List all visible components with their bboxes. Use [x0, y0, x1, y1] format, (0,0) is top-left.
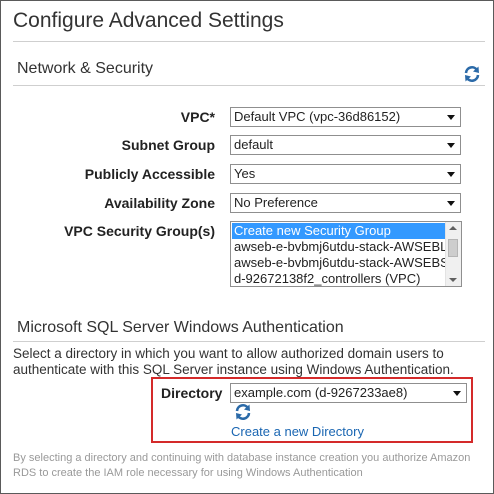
page-title: Configure Advanced Settings: [13, 9, 284, 32]
vpc-label: VPC*: [180, 109, 215, 125]
listbox-scrollbar[interactable]: [445, 222, 461, 286]
directory-refresh-button[interactable]: [232, 401, 254, 423]
security-groups-label: VPC Security Group(s): [64, 223, 215, 239]
scroll-down-icon[interactable]: [449, 278, 457, 282]
auth-section-title: Microsoft SQL Server Windows Authenticat…: [17, 319, 344, 336]
publicly-accessible-label: Publicly Accessible: [84, 166, 215, 182]
subnet-group-select[interactable]: default: [230, 135, 461, 155]
auth-description: Select a directory in which you want to …: [13, 346, 454, 377]
scroll-thumb[interactable]: [448, 239, 458, 257]
chevron-down-icon: [447, 172, 455, 177]
authorization-footnote: By selecting a directory and continuing …: [13, 452, 471, 479]
network-divider: [13, 85, 485, 86]
vpc-select[interactable]: Default VPC (vpc-36d86152): [230, 107, 461, 127]
directory-select[interactable]: example.com (d-9267233ae8): [230, 383, 467, 403]
auth-divider: [13, 341, 485, 342]
chevron-down-icon: [447, 201, 455, 206]
settings-panel: Configure Advanced Settings Network & Se…: [0, 0, 494, 494]
create-directory-link[interactable]: Create a new Directory: [231, 424, 364, 439]
security-group-option[interactable]: awseb-e-bvbmj6utdu-stack-AWSEBLoadBalanc…: [232, 239, 447, 255]
publicly-accessible-value: Yes: [234, 166, 256, 181]
publicly-accessible-select[interactable]: Yes: [230, 164, 461, 184]
title-divider: [13, 41, 485, 42]
security-group-option[interactable]: d-92672138f2_controllers (VPC): [232, 271, 447, 286]
availability-zone-select[interactable]: No Preference: [230, 193, 461, 213]
security-group-option[interactable]: awseb-e-bvbmj6utdu-stack-AWSEBSecurityGr…: [232, 255, 447, 271]
refresh-icon: [464, 66, 480, 82]
network-refresh-button[interactable]: [461, 63, 483, 85]
chevron-down-icon: [447, 115, 455, 120]
network-section-title: Network & Security: [17, 60, 154, 77]
chevron-down-icon: [447, 143, 455, 148]
scroll-up-icon[interactable]: [449, 226, 457, 230]
security-group-option[interactable]: Create new Security Group: [232, 223, 447, 239]
availability-zone-value: No Preference: [234, 195, 318, 210]
directory-label: Directory: [161, 385, 223, 401]
subnet-group-value: default: [234, 137, 274, 152]
directory-select-value: example.com (d-9267233ae8): [234, 385, 408, 400]
availability-zone-label: Availability Zone: [104, 195, 215, 211]
security-groups-listbox[interactable]: Create new Security Group awseb-e-bvbmj6…: [230, 221, 462, 287]
refresh-icon: [235, 404, 251, 420]
vpc-select-value: Default VPC (vpc-36d86152): [234, 109, 401, 124]
chevron-down-icon: [453, 391, 461, 396]
subnet-group-label: Subnet Group: [121, 137, 215, 153]
